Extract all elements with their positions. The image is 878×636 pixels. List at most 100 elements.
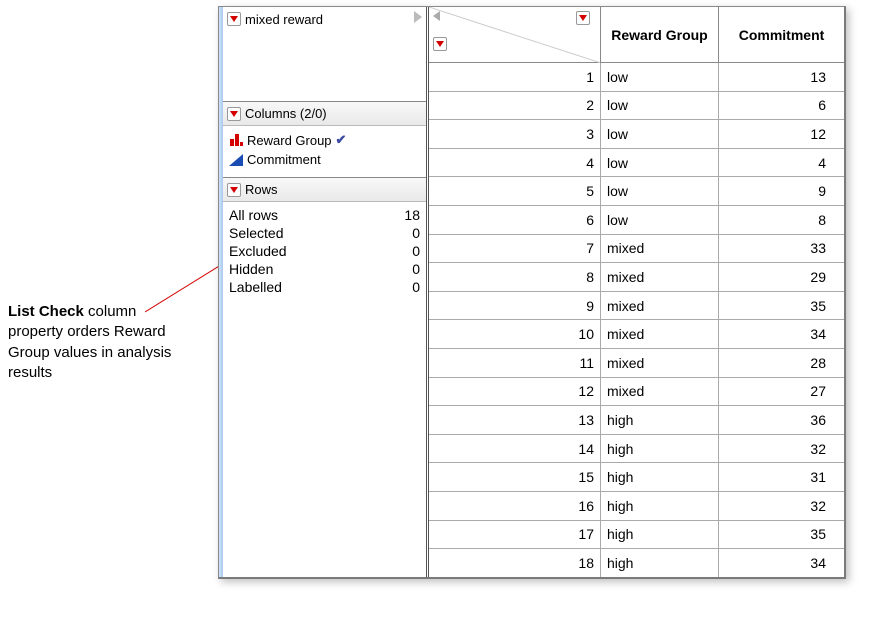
annotation-text: List Check column property orders Reward… (8, 302, 188, 383)
commitment-cell[interactable]: 33 (719, 235, 844, 263)
annotation-strong: List Check (8, 303, 84, 320)
grid-body: 1low132low63low124low45low96low87mixed33… (429, 63, 844, 577)
reward-group-cell[interactable]: mixed (601, 235, 719, 263)
table-row[interactable]: 15high31 (429, 463, 844, 492)
row-index-cell[interactable]: 15 (429, 463, 601, 491)
table-menu-icon[interactable] (227, 12, 241, 26)
table-row[interactable]: 4low4 (429, 149, 844, 178)
column-item[interactable]: Reward Group✔ (229, 130, 420, 150)
data-table-window: mixed reward Columns (2/0) Reward Group✔… (218, 6, 846, 579)
table-row[interactable]: 3low12 (429, 120, 844, 149)
table-row[interactable]: 5low9 (429, 177, 844, 206)
table-row[interactable]: 7mixed33 (429, 235, 844, 264)
commitment-cell[interactable]: 9 (719, 177, 844, 205)
row-index-cell[interactable]: 5 (429, 177, 601, 205)
grid-header-row: Reward Group Commitment (429, 7, 844, 63)
table-panel-header: mixed reward (223, 7, 426, 31)
reward-group-cell[interactable]: high (601, 549, 719, 577)
row-index-cell[interactable]: 1 (429, 63, 601, 91)
table-row[interactable]: 11mixed28 (429, 349, 844, 378)
commitment-cell[interactable]: 36 (719, 406, 844, 434)
table-row[interactable]: 6low8 (429, 206, 844, 235)
reward-group-cell[interactable]: high (601, 463, 719, 491)
table-row[interactable]: 8mixed29 (429, 263, 844, 292)
column-header-commitment[interactable]: Commitment (719, 7, 844, 62)
commitment-cell[interactable]: 29 (719, 263, 844, 291)
reward-group-cell[interactable]: high (601, 492, 719, 520)
table-row[interactable]: 13high36 (429, 406, 844, 435)
commitment-cell[interactable]: 13 (719, 63, 844, 91)
row-index-cell[interactable]: 3 (429, 120, 601, 148)
commitment-cell[interactable]: 31 (719, 463, 844, 491)
reward-group-cell[interactable]: mixed (601, 292, 719, 320)
reward-group-cell[interactable]: low (601, 63, 719, 91)
reward-group-cell[interactable]: low (601, 177, 719, 205)
row-index-cell[interactable]: 12 (429, 378, 601, 406)
rows-stat[interactable]: All rows18 (229, 206, 420, 224)
rows-panel-header[interactable]: Rows (223, 178, 426, 202)
rows-stat-label: Excluded (229, 243, 287, 259)
commitment-cell[interactable]: 27 (719, 378, 844, 406)
reward-group-cell[interactable]: high (601, 435, 719, 463)
commitment-cell[interactable]: 12 (719, 120, 844, 148)
row-index-cell[interactable]: 2 (429, 92, 601, 120)
commitment-cell[interactable]: 28 (719, 349, 844, 377)
bars-icon (229, 134, 243, 146)
commitment-cell[interactable]: 32 (719, 435, 844, 463)
disclose-icon[interactable] (414, 11, 422, 23)
row-index-cell[interactable]: 6 (429, 206, 601, 234)
reward-group-cell[interactable]: mixed (601, 263, 719, 291)
commitment-cell[interactable]: 8 (719, 206, 844, 234)
row-index-cell[interactable]: 18 (429, 549, 601, 577)
reward-group-cell[interactable]: mixed (601, 349, 719, 377)
rows-stat[interactable]: Selected0 (229, 224, 420, 242)
row-index-cell[interactable]: 10 (429, 320, 601, 348)
column-header-reward-group[interactable]: Reward Group (601, 7, 719, 62)
table-row[interactable]: 12mixed27 (429, 378, 844, 407)
row-index-cell[interactable]: 14 (429, 435, 601, 463)
columns-title: Columns (2/0) (245, 106, 327, 121)
commitment-cell[interactable]: 6 (719, 92, 844, 120)
row-index-cell[interactable]: 4 (429, 149, 601, 177)
commitment-cell[interactable]: 34 (719, 549, 844, 577)
reward-group-cell[interactable]: low (601, 92, 719, 120)
reward-group-cell[interactable]: high (601, 521, 719, 549)
rows-stat-value: 0 (412, 261, 420, 277)
column-header-label: Commitment (739, 27, 825, 43)
table-row[interactable]: 16high32 (429, 492, 844, 521)
rows-stat-value: 18 (404, 207, 420, 223)
table-row[interactable]: 17high35 (429, 521, 844, 550)
commitment-cell[interactable]: 35 (719, 292, 844, 320)
commitment-cell[interactable]: 4 (719, 149, 844, 177)
column-item[interactable]: Commitment (229, 150, 420, 169)
reward-group-cell[interactable]: high (601, 406, 719, 434)
table-row[interactable]: 18high34 (429, 549, 844, 577)
reward-group-cell[interactable]: low (601, 206, 719, 234)
columns-panel-header[interactable]: Columns (2/0) (223, 102, 426, 126)
table-row[interactable]: 10mixed34 (429, 320, 844, 349)
commitment-cell[interactable]: 35 (719, 521, 844, 549)
reward-group-cell[interactable]: mixed (601, 378, 719, 406)
table-row[interactable]: 1low13 (429, 63, 844, 92)
reward-group-cell[interactable]: mixed (601, 320, 719, 348)
rows-menu-icon[interactable] (227, 183, 241, 197)
row-index-cell[interactable]: 16 (429, 492, 601, 520)
row-index-cell[interactable]: 11 (429, 349, 601, 377)
row-index-cell[interactable]: 9 (429, 292, 601, 320)
commitment-cell[interactable]: 32 (719, 492, 844, 520)
rows-stat[interactable]: Hidden 0 (229, 260, 420, 278)
table-row[interactable]: 14high32 (429, 435, 844, 464)
rows-stat[interactable]: Labelled0 (229, 278, 420, 296)
rows-stat-label: Hidden (229, 261, 273, 277)
reward-group-cell[interactable]: low (601, 149, 719, 177)
row-index-cell[interactable]: 13 (429, 406, 601, 434)
columns-menu-icon[interactable] (227, 107, 241, 121)
rows-stat[interactable]: Excluded0 (229, 242, 420, 260)
reward-group-cell[interactable]: low (601, 120, 719, 148)
row-index-cell[interactable]: 7 (429, 235, 601, 263)
table-row[interactable]: 9mixed35 (429, 292, 844, 321)
row-index-cell[interactable]: 17 (429, 521, 601, 549)
commitment-cell[interactable]: 34 (719, 320, 844, 348)
row-index-cell[interactable]: 8 (429, 263, 601, 291)
table-row[interactable]: 2low6 (429, 92, 844, 121)
